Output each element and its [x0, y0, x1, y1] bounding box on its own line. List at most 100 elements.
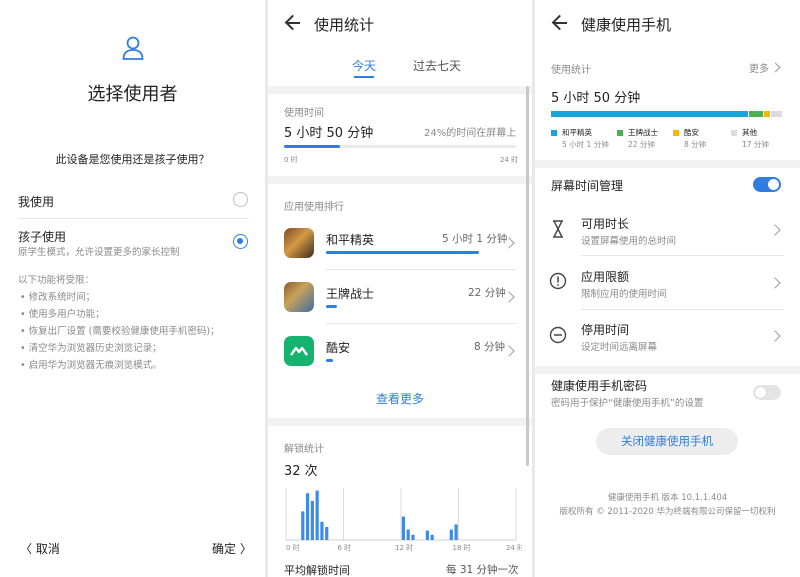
password-desc: 密码用于保护“健康使用手机”的设置 [551, 398, 704, 409]
usage-label: 使用时间 [284, 108, 324, 119]
legend-time: 22 分钟 [628, 140, 655, 149]
unlock-bar [301, 511, 305, 540]
digital-balance-screen: 健康使用手机 使用统计 更多 5 小时 50 分钟 和平精英 5 小时 1 分钟… [535, 0, 800, 577]
screen-time-mgmt-label: 屏幕时间管理 [551, 179, 624, 193]
app-bar [326, 359, 504, 362]
unlock-bar [325, 527, 329, 540]
restrict-item: • 清空华为浏览器历史浏览记录； [20, 343, 162, 354]
restrict-heading: 以下功能将受限： [18, 275, 95, 286]
legend-item: 和平精英 [551, 127, 592, 138]
x-tick-label: 18 时 [453, 543, 471, 552]
option-me-label: 我使用 [18, 195, 55, 209]
usage-segment-bar [551, 111, 783, 117]
back-arrow-shaft [286, 22, 300, 24]
chevron-right-icon [769, 277, 781, 289]
axis-start: 0 时 [284, 156, 298, 164]
total-usage: 5 小时 50 分钟 [551, 91, 641, 106]
page-title: 选择使用者 [87, 84, 178, 105]
usage-segment [764, 111, 770, 117]
usage-percent: 24%的时间在屏幕上 [424, 128, 517, 139]
app-name: 酷安 [326, 341, 351, 355]
app-bar-fill [326, 251, 480, 254]
avg-label: 平均解锁时间 [284, 564, 350, 577]
restrict-item: • 修改系统时间； [20, 292, 96, 303]
scrollbar[interactable] [526, 86, 529, 466]
page-title: 使用统计 [314, 16, 375, 34]
unlock-bar [305, 493, 310, 540]
x-tick-label: 6 时 [338, 543, 352, 552]
option-me[interactable]: 我使用 [0, 184, 265, 216]
app-name: 王牌战士 [326, 287, 375, 301]
chevron-right-icon [769, 330, 781, 342]
app-name: 和平精英 [326, 233, 375, 247]
tab-today[interactable]: 今天 [352, 57, 376, 74]
more-link[interactable]: 更多 [749, 60, 769, 75]
option-me-radio[interactable] [233, 192, 248, 207]
item-desc: 设定时间远离屏幕 [581, 342, 658, 353]
app-bar-fill [326, 359, 334, 362]
hourglass-icon [553, 220, 563, 238]
tab-week[interactable]: 过去七天 [413, 57, 461, 74]
copyright-text: 版权所有 © 2011-2020 华为终端有限公司保留一切权利 [559, 507, 776, 517]
app-row-wangpai[interactable]: 王牌战士 22 分钟 [268, 278, 532, 324]
wangpai-app-icon [284, 282, 314, 312]
item-desc: 限制应用的使用时间 [581, 289, 667, 300]
legend-time: 5 小时 1 分钟 [562, 140, 609, 149]
chevron-right-icon [769, 224, 781, 236]
unlock-bar [320, 521, 324, 540]
question-text: 此设备是您使用还是孩子使用？ [55, 153, 210, 166]
kuan-app-icon [284, 336, 314, 366]
usage-progress [284, 145, 516, 148]
unlock-bar [401, 516, 405, 540]
legend-item: 其他 [731, 127, 757, 138]
available-duration-row[interactable]: 可用时长 设置屏幕使用的总时间 [535, 204, 800, 256]
usage-segment [551, 111, 748, 117]
unlock-value: 32 次 [284, 464, 318, 479]
alert-circle-icon [549, 272, 567, 290]
chevron-right-icon [503, 345, 515, 357]
screen-time-toggle[interactable] [753, 177, 781, 192]
heping-app-icon [284, 228, 314, 258]
option-child[interactable]: 孩子使用 原学生模式，允许设置更多的家长控制 [0, 224, 265, 260]
password-toggle[interactable] [753, 385, 781, 400]
unlock-bar [411, 534, 415, 540]
downtime-row[interactable]: 停用时间 设定时间远离屏幕 [535, 312, 800, 364]
option-child-label: 孩子使用 [18, 230, 67, 244]
version-text: 健康使用手机 版本 10.1.1.404 [607, 493, 728, 503]
unlock-bar [430, 534, 434, 540]
axis-end: 24 时 [500, 156, 519, 164]
usage-segment [748, 111, 764, 117]
x-tick-label: 0 时 [286, 543, 300, 552]
avg-value: 每 31 分钟一次 [446, 564, 519, 576]
unlock-bar [454, 524, 458, 540]
password-title: 健康使用手机密码 [551, 379, 648, 393]
cancel-button[interactable]: 〈 取消 [20, 540, 60, 557]
legend-item: 王牌战士 [617, 127, 658, 138]
confirm-button[interactable]: 确定 〉 [212, 540, 252, 557]
unlock-bar [425, 530, 429, 540]
legend-time: 8 分钟 [684, 140, 707, 149]
restrict-item: • 恢复出厂设置 (需要校验健康使用手机密码)； [20, 326, 220, 337]
app-time: 8 分钟 [474, 341, 506, 353]
usage-stats-screen: 使用统计 今天 过去七天 使用时间 5 小时 50 分钟 24%的时间在屏幕上 … [268, 0, 532, 577]
person-icon [122, 36, 144, 60]
close-digital-balance-button[interactable]: 关闭健康使用手机 [596, 428, 738, 455]
minus-circle-icon [549, 326, 567, 344]
choose-user-screen: 选择使用者 此设备是您使用还是孩子使用？ 我使用 孩子使用 原学生模式，允许设置… [0, 0, 265, 577]
ranking-label: 应用使用排行 [284, 202, 344, 213]
back-arrow-shaft [553, 22, 567, 24]
see-more-link[interactable]: 查看更多 [376, 390, 424, 407]
usage-progress-fill [284, 145, 340, 148]
unlock-bar [310, 501, 314, 540]
app-row-heping[interactable]: 和平精英 5 小时 1 分钟 [268, 224, 532, 270]
unlock-chart: 0 时 6 时 12 时 18 时 24 时 [285, 488, 522, 552]
app-row-kuan[interactable]: 酷安 8 分钟 [268, 332, 532, 378]
app-time: 5 小时 1 分钟 [442, 233, 508, 245]
stats-label: 使用统计 [551, 65, 591, 76]
option-child-desc: 原学生模式，允许设置更多的家长控制 [18, 247, 180, 258]
x-tick-label: 24 时 [506, 543, 522, 552]
option-child-radio[interactable] [233, 234, 248, 249]
restrict-item: • 启用华为浏览器无痕浏览模式。 [20, 360, 162, 371]
app-limit-row[interactable]: 应用限额 限制应用的使用时间 [535, 258, 800, 310]
item-title: 应用限额 [581, 270, 630, 284]
